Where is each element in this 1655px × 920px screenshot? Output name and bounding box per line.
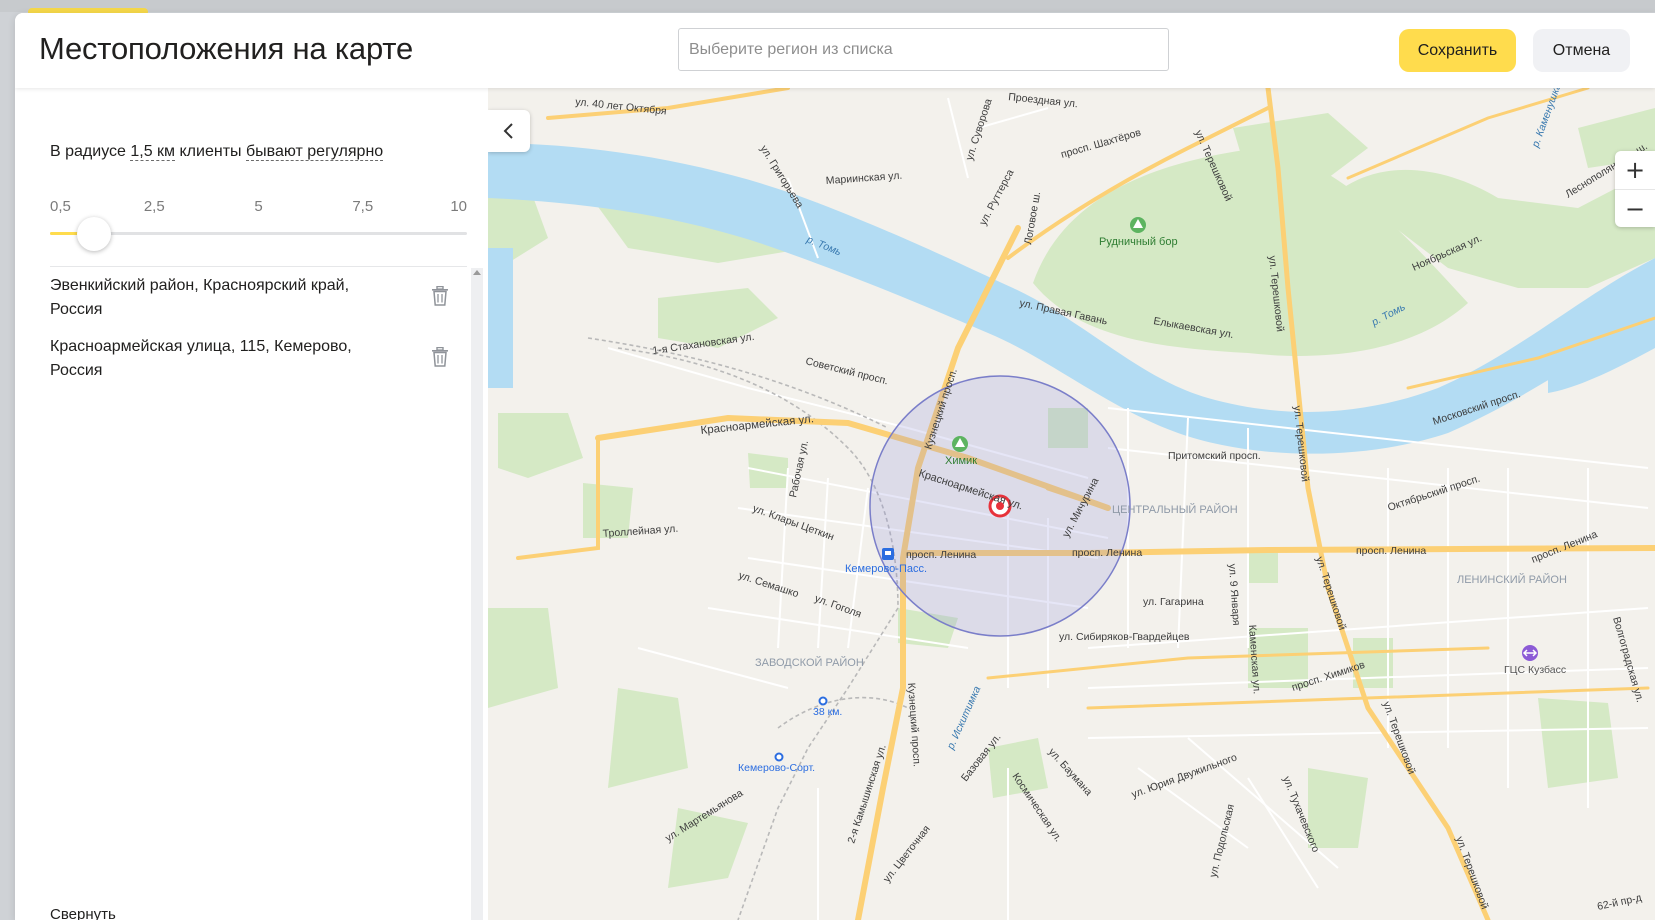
lake <box>488 248 513 388</box>
locations-list: Эвенкийский район, Красноярский край, Ро… <box>15 268 488 390</box>
slider-tick-label: 10 <box>450 198 467 215</box>
trash-icon[interactable] <box>431 347 449 367</box>
slider-track[interactable] <box>50 232 467 235</box>
district-label: ЛЕНИНСКИЙ РАЙОН <box>1457 573 1567 586</box>
location-item: Красноармейская улица, 115, Кемерово, Ро… <box>15 329 488 390</box>
station-label: 38 км. <box>813 706 842 718</box>
save-button[interactable]: Сохранить <box>1399 29 1516 72</box>
scroll-up-arrow-icon[interactable] <box>473 270 481 275</box>
station-label: Кемерово-Сорт. <box>738 762 815 774</box>
slider-tick-label: 2,5 <box>143 198 165 215</box>
street-label: просп. Ленина <box>1356 545 1426 557</box>
slider-ticks: 0,5 2,5 5 7,5 10 <box>50 198 467 218</box>
train-station-icon <box>882 548 894 560</box>
slider-tick-label: 5 <box>254 198 263 215</box>
radius-prefix: В радиусе <box>50 143 126 160</box>
collapse-sidebar-button[interactable] <box>488 110 530 152</box>
location-address: Красноармейская улица, 115, Кемерово, Ро… <box>50 338 352 379</box>
cutoff-text: Свернуть <box>50 906 116 920</box>
cancel-button[interactable]: Отмена <box>1533 29 1630 72</box>
divider <box>50 266 467 267</box>
station-label: Кемерово-Пасс. <box>845 563 927 575</box>
backdrop <box>0 0 1655 12</box>
park-icon <box>1130 217 1146 233</box>
radius-value-link[interactable]: 1,5 км <box>130 143 176 161</box>
district-label: ЦЕНТРАЛЬНЫЙ РАЙОН <box>1112 503 1238 516</box>
zoom-out-button[interactable]: − <box>1615 189 1655 228</box>
street-label: Притомский просп. <box>1168 450 1261 462</box>
district-label: ЗАВОДСКОЙ РАЙОН <box>755 656 864 669</box>
trash-icon[interactable] <box>431 286 449 306</box>
slider-thumb[interactable] <box>76 217 111 251</box>
poi-label: Химик <box>945 455 977 467</box>
train-stop-icon <box>818 696 828 706</box>
radius-sentence: В радиусе 1,5 км клиенты бывают регулярн… <box>50 143 384 161</box>
poi-label: Рудничный бор <box>1099 236 1178 248</box>
zoom-control: + − <box>1615 151 1655 227</box>
map[interactable]: р. Томь р. Томь Рудничный бор Химик Кеме… <box>488 88 1655 920</box>
street-label: просп. Ленина <box>906 549 976 561</box>
train-stop-icon <box>774 752 784 762</box>
sports-complex-icon <box>1522 645 1538 661</box>
locations-modal: Местоположения на карте Сохранить Отмена… <box>15 13 1655 920</box>
slider-tick-label: 7,5 <box>352 198 374 215</box>
modal-header: Местоположения на карте Сохранить Отмена <box>15 13 1655 88</box>
page-title: Местоположения на карте <box>39 31 413 66</box>
street-label: просп. Ленина <box>1072 547 1142 559</box>
radius-slider[interactable] <box>50 217 467 251</box>
slider-tick-label: 0,5 <box>50 198 71 215</box>
location-item: Эвенкийский район, Красноярский край, Ро… <box>15 268 488 329</box>
scrollbar[interactable] <box>471 268 483 920</box>
location-address: Эвенкийский район, Красноярский край, Ро… <box>50 277 350 318</box>
sidebar: В радиусе 1,5 км клиенты бывают регулярн… <box>15 88 488 920</box>
street-label: ул. Гагарина <box>1143 596 1204 608</box>
frequency-link[interactable]: бывают регулярно <box>245 143 384 161</box>
map-canvas[interactable]: р. Томь р. Томь Рудничный бор Химик Кеме… <box>488 88 1655 920</box>
chevron-left-icon <box>503 123 513 139</box>
park-icon <box>952 436 968 452</box>
street-label: ул. Сибиряков-Гвардейцев <box>1059 631 1190 643</box>
radius-middle: клиенты <box>179 143 242 160</box>
poi-label: ГЦС Кузбасс <box>1504 664 1566 676</box>
region-search-input[interactable] <box>678 28 1169 71</box>
zoom-in-button[interactable]: + <box>1615 151 1655 189</box>
